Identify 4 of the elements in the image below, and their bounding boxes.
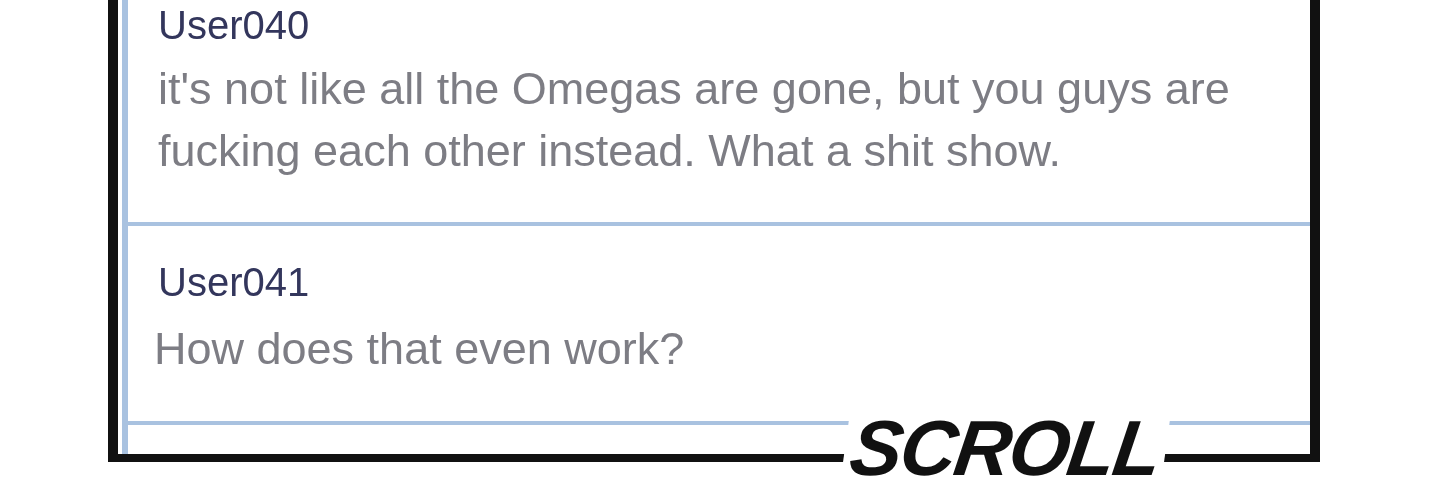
username: User041 [158, 259, 311, 306]
comment-text: How does that even work? [154, 322, 686, 376]
username: User040 [158, 2, 311, 49]
comment-text: it's not like all the Omegas are gone, but you guys are fucking each other instead. What a shit show. [158, 62, 1231, 178]
